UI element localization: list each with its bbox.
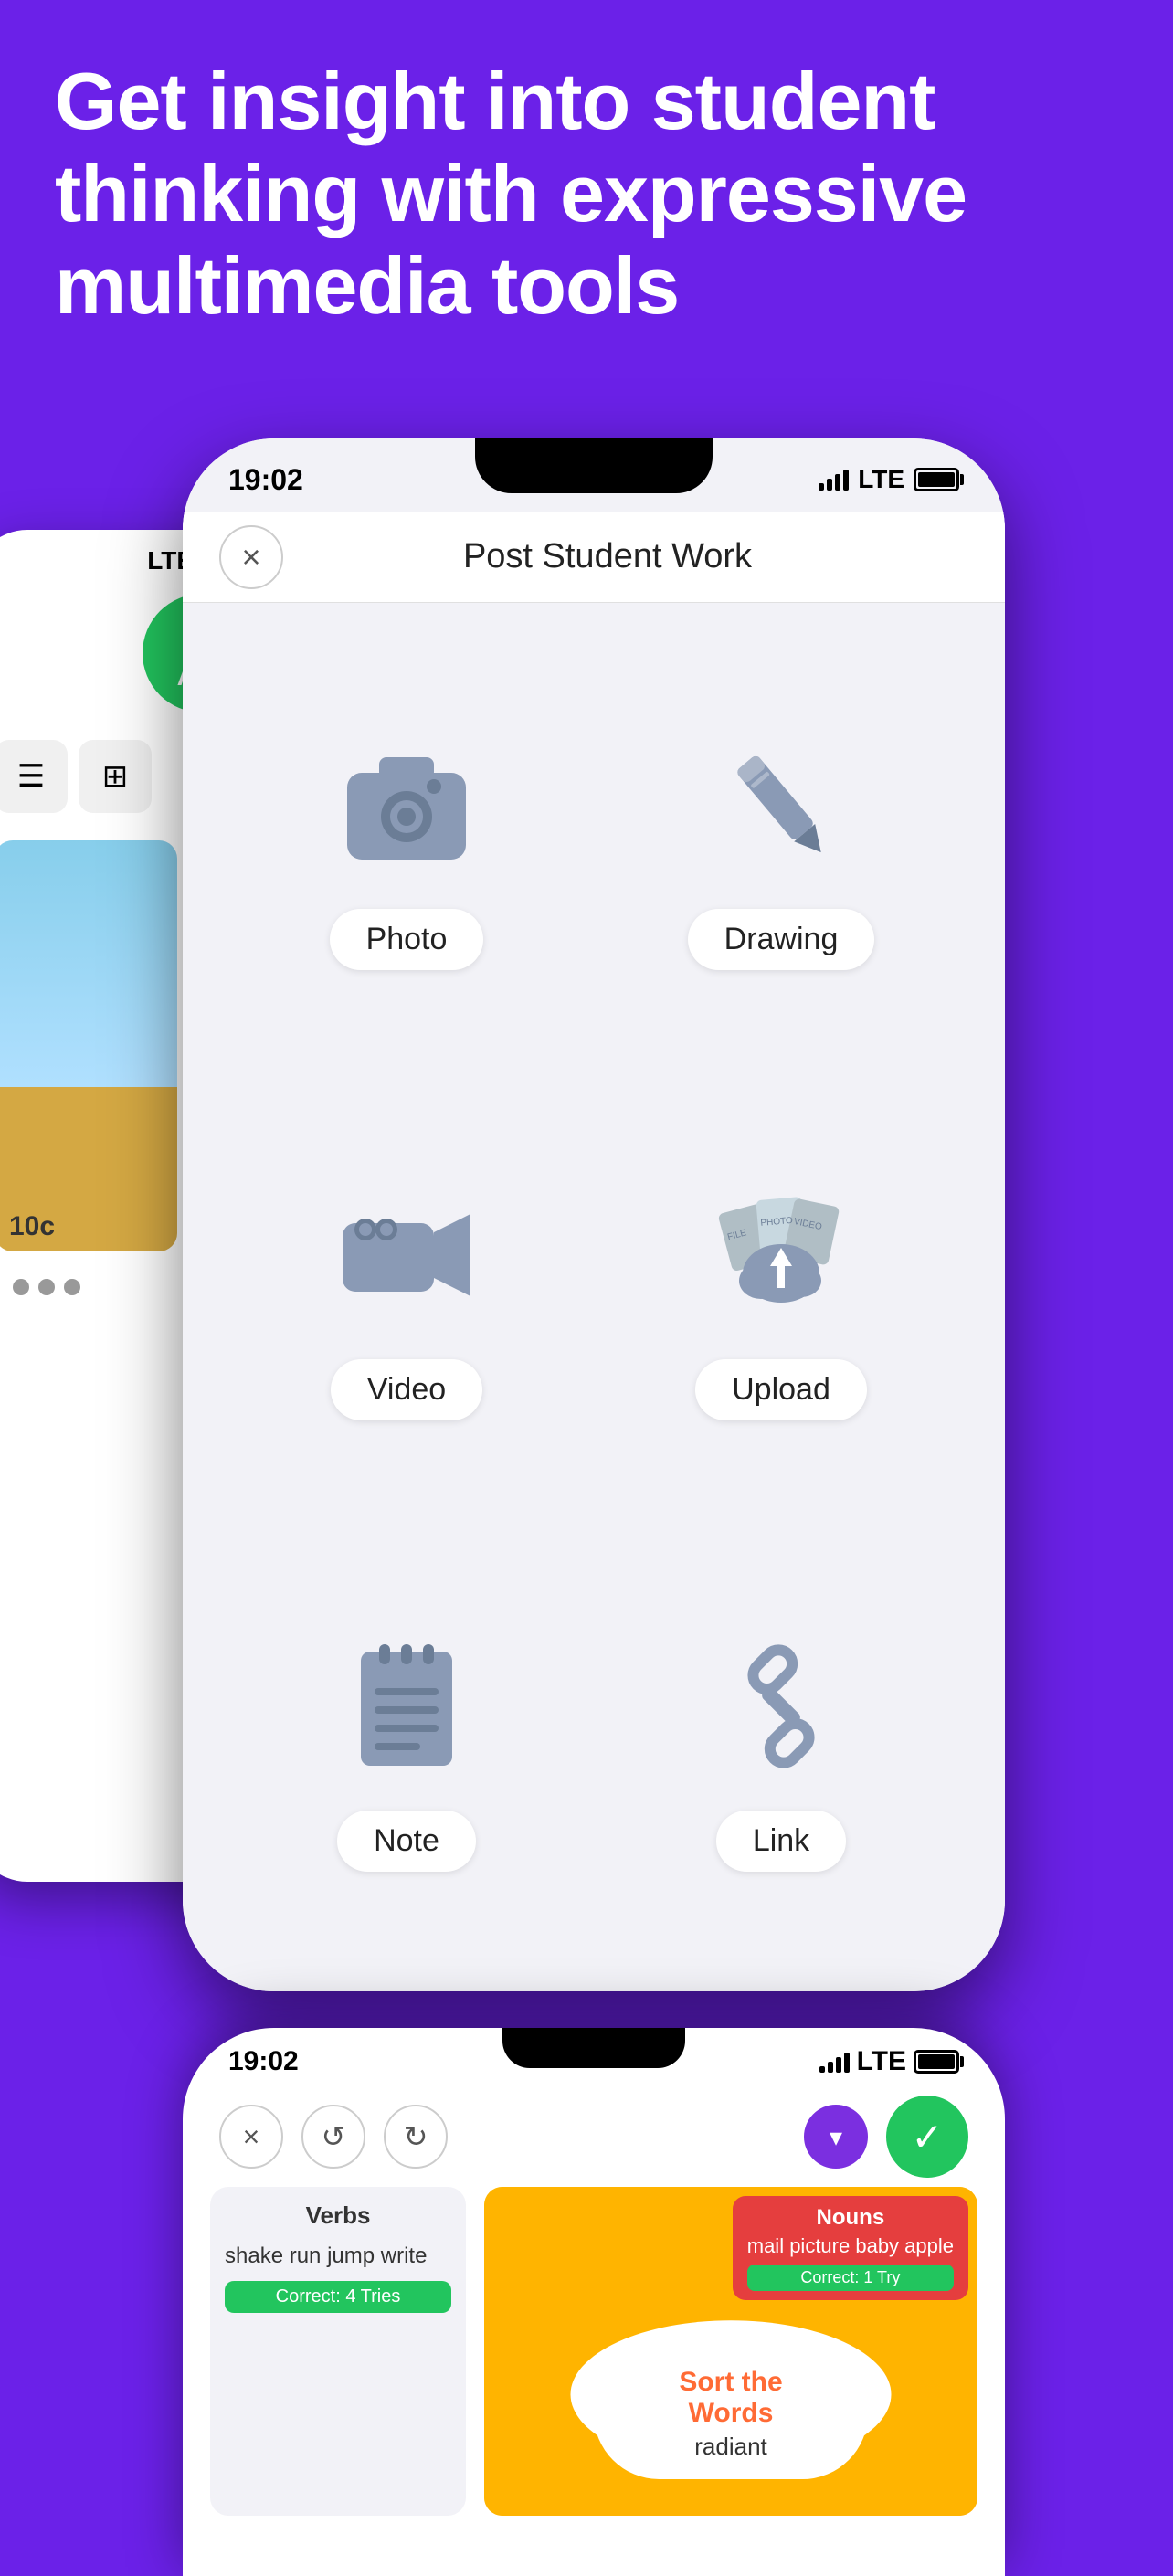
undo-button[interactable]: ↺ xyxy=(301,2105,365,2169)
header-title: Post Student Work xyxy=(311,537,904,576)
camera-icon xyxy=(333,732,480,878)
sort-the-words-title: Sort the Words xyxy=(649,2367,813,2429)
nouns-correct-badge: Correct: 1 Try xyxy=(747,2265,954,2291)
video-label: Video xyxy=(331,1359,482,1420)
photo-icon-wrap xyxy=(324,723,489,887)
phone-notch xyxy=(475,438,713,493)
nouns-panel: Nouns mail picture baby apple Correct: 1… xyxy=(733,2196,968,2300)
lte-label: LTE xyxy=(858,465,904,494)
chain-link-icon xyxy=(708,1633,854,1779)
check-icon: ✓ xyxy=(911,2115,943,2159)
undo-icon: ↺ xyxy=(322,2119,346,2154)
video-camera-icon xyxy=(333,1182,480,1328)
bottom-status-right: LTE xyxy=(819,2046,959,2077)
redo-icon: ↻ xyxy=(404,2119,428,2154)
nouns-title: Nouns xyxy=(747,2205,954,2231)
option-drawing[interactable]: Drawing xyxy=(594,621,968,1072)
bottom-lte: LTE xyxy=(857,2046,906,2077)
left-content-card: 10c xyxy=(0,840,177,1251)
bottom-close-icon: × xyxy=(243,2120,260,2154)
signal-bars xyxy=(819,469,849,491)
video-icon-wrap xyxy=(324,1173,489,1337)
grid-icon: ⊞ xyxy=(102,758,129,795)
bottom-signal xyxy=(819,2051,850,2073)
bottom-notch xyxy=(502,2028,685,2068)
bottom-battery-fill xyxy=(918,2054,955,2069)
note-label: Note xyxy=(337,1811,476,1872)
options-grid: Photo Drawing xyxy=(183,603,1005,1991)
nouns-words: mail picture baby apple xyxy=(747,2231,954,2261)
bar-3 xyxy=(835,474,840,491)
option-note[interactable]: Note xyxy=(219,1523,594,1973)
b1 xyxy=(819,2066,825,2073)
bottom-close-button[interactable]: × xyxy=(219,2105,283,2169)
dot-3 xyxy=(64,1279,80,1295)
cloud-upload-icon: FILE PHOTO VIDEO xyxy=(708,1182,854,1328)
link-icon-wrap xyxy=(699,1624,863,1789)
redo-button[interactable]: ↻ xyxy=(384,2105,448,2169)
down-arrow-icon: ▾ xyxy=(830,2122,842,2152)
link-label: Link xyxy=(716,1811,846,1872)
comic-area: Nouns mail picture baby apple Correct: 1… xyxy=(484,2187,978,2516)
b2 xyxy=(828,2062,833,2073)
card-ground: 10c xyxy=(0,1087,177,1251)
bottom-toolbar: × ↺ ↻ ▾ ✓ xyxy=(183,2086,1005,2187)
option-upload[interactable]: FILE PHOTO VIDEO Upload xyxy=(594,1072,968,1522)
bottom-time: 19:02 xyxy=(228,2046,299,2077)
card-price: 10c xyxy=(9,1211,55,1242)
app-header: × Post Student Work xyxy=(183,512,1005,603)
bar-1 xyxy=(819,483,824,491)
dot-2 xyxy=(38,1279,55,1295)
sort-oval: Sort the Words radiant xyxy=(594,2349,868,2479)
battery-fill xyxy=(918,472,955,487)
option-link[interactable]: Link xyxy=(594,1523,968,1973)
bar-2 xyxy=(827,479,832,491)
phone-main-inner: 19:02 LTE × Post Student Work xyxy=(183,438,1005,1991)
upload-icon-wrap: FILE PHOTO VIDEO xyxy=(699,1173,863,1337)
verbs-correct-badge: Correct: 4 Tries xyxy=(225,2281,451,2313)
sort-word: radiant xyxy=(649,2433,813,2461)
phone-main: 19:02 LTE × Post Student Work xyxy=(183,438,1005,1991)
drawing-label: Drawing xyxy=(688,909,875,970)
photo-label: Photo xyxy=(330,909,484,970)
bottom-battery xyxy=(914,2050,959,2074)
verbs-title: Verbs xyxy=(225,2201,451,2230)
b3 xyxy=(836,2057,841,2073)
option-photo[interactable]: Photo xyxy=(219,621,594,1072)
card-sky xyxy=(0,840,177,1087)
check-button[interactable]: ✓ xyxy=(886,2096,968,2178)
verbs-words: shake run jump write xyxy=(225,2239,451,2274)
battery-icon xyxy=(914,468,959,491)
close-button[interactable]: × xyxy=(219,525,283,589)
upload-label: Upload xyxy=(695,1359,867,1420)
note-icon-wrap xyxy=(324,1624,489,1789)
grid-view-button[interactable]: ⊞ xyxy=(79,740,152,813)
dot-1 xyxy=(13,1279,29,1295)
close-icon: × xyxy=(241,538,260,576)
b4 xyxy=(844,2053,850,2073)
list-icon: ☰ xyxy=(17,758,45,795)
status-right-group: LTE xyxy=(819,465,959,494)
sort-activity-area: Verbs shake run jump write Correct: 4 Tr… xyxy=(210,2187,978,2516)
option-video[interactable]: Video xyxy=(219,1072,594,1522)
notepad-icon xyxy=(333,1633,480,1779)
list-view-button[interactable]: ☰ xyxy=(0,740,68,813)
phone-bottom-inner: 19:02 LTE × ↺ xyxy=(183,2028,1005,2576)
drawing-icon-wrap xyxy=(699,723,863,887)
down-arrow-button[interactable]: ▾ xyxy=(804,2105,868,2169)
main-time: 19:02 xyxy=(228,463,303,497)
phone-bottom: 19:02 LTE × ↺ xyxy=(183,2028,1005,2576)
bar-4 xyxy=(843,470,849,491)
pencil-icon xyxy=(708,732,854,878)
verbs-panel: Verbs shake run jump write Correct: 4 Tr… xyxy=(210,2187,466,2516)
hero-heading: Get insight into student thinking with e… xyxy=(55,55,1118,333)
